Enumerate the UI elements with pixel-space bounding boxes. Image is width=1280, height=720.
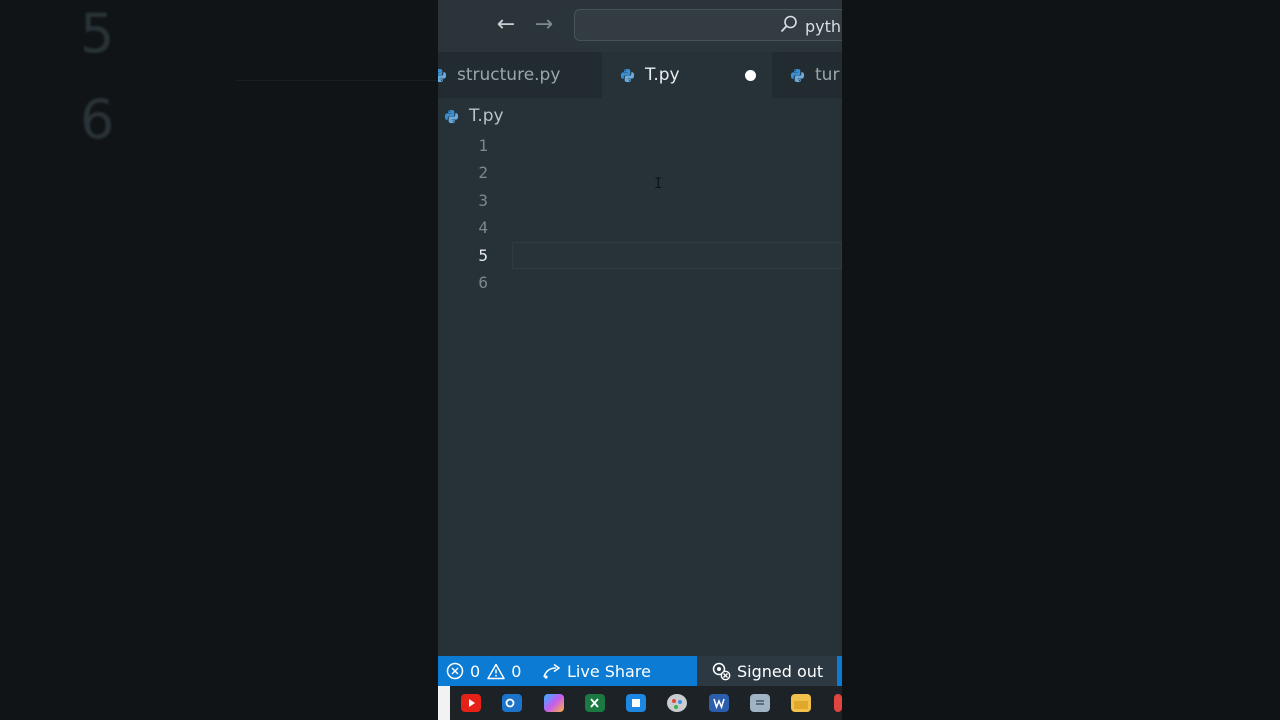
breadcrumb-file: T.py xyxy=(469,106,504,126)
line-number: 4 xyxy=(478,218,488,237)
current-line-highlight xyxy=(512,242,842,269)
line-number: 2 xyxy=(478,163,488,182)
unsaved-changes-dot-icon[interactable] xyxy=(745,70,756,81)
tab-structure-py[interactable]: structure.py xyxy=(438,52,596,98)
store-icon[interactable] xyxy=(626,694,646,712)
status-edge xyxy=(837,656,842,686)
breadcrumb[interactable]: T.py xyxy=(438,98,842,134)
word-icon[interactable] xyxy=(709,694,729,712)
arrow-left-icon[interactable]: ← xyxy=(494,12,518,37)
warning-icon xyxy=(487,663,505,679)
taskbar-overflow-app-icon[interactable] xyxy=(834,694,842,712)
tab-label: structure.py xyxy=(457,65,561,85)
live-share-button[interactable]: Live Share xyxy=(542,656,651,686)
line-number: 6 xyxy=(478,273,488,292)
account-sync-icon xyxy=(712,662,731,681)
line-number: 1 xyxy=(478,136,488,155)
line-number-current: 5 xyxy=(478,246,488,265)
youtube-icon[interactable] xyxy=(461,694,481,712)
notepad-icon[interactable] xyxy=(750,694,770,712)
account-status-label: Signed out xyxy=(737,661,824,681)
paint-icon[interactable] xyxy=(667,694,687,712)
python-icon xyxy=(444,109,459,123)
warning-count: 0 xyxy=(511,661,522,681)
ghost-line-number: 6 xyxy=(80,88,115,151)
status-bar: 0 0 Live Share Signed out xyxy=(438,656,842,686)
error-count: 0 xyxy=(470,661,481,681)
taskbar-edge xyxy=(438,686,450,720)
python-icon xyxy=(790,68,805,82)
account-status-button[interactable]: Signed out xyxy=(711,656,823,686)
ghost-line-number: 5 xyxy=(80,2,115,65)
error-icon xyxy=(446,662,464,680)
tab-t-py[interactable]: T.py xyxy=(602,52,772,98)
search-text: pyth xyxy=(805,17,842,36)
mouse-ibeam-cursor-icon: I xyxy=(654,176,663,192)
tab-tur[interactable]: tur xyxy=(790,52,842,98)
python-icon xyxy=(438,68,447,82)
search-icon xyxy=(780,15,797,33)
live-share-icon xyxy=(543,663,560,679)
problems-indicator[interactable]: 0 0 xyxy=(446,656,521,686)
blurred-background-right xyxy=(842,0,1280,720)
python-icon xyxy=(620,68,635,82)
line-number: 3 xyxy=(478,191,488,210)
blurred-background-left: 5 6 xyxy=(0,0,466,720)
tab-label: T.py xyxy=(645,65,680,85)
arrow-right-icon[interactable]: → xyxy=(532,12,556,37)
title-bar: ← → pyth xyxy=(438,0,842,52)
editor-tab-bar: structure.py T.py tur xyxy=(438,52,842,98)
command-center-search[interactable]: pyth xyxy=(574,9,842,41)
live-share-label: Live Share xyxy=(567,661,651,681)
outlook-icon[interactable] xyxy=(502,694,522,712)
tab-label: tur xyxy=(815,65,840,85)
copilot-icon[interactable] xyxy=(544,694,564,712)
excel-icon[interactable] xyxy=(585,694,605,712)
file-explorer-icon[interactable] xyxy=(791,694,811,712)
windows-taskbar xyxy=(438,686,842,720)
vscode-window: ← → pyth structure.py T.py tur T.py 1 2 … xyxy=(438,0,842,720)
ghost-panel xyxy=(235,0,466,81)
